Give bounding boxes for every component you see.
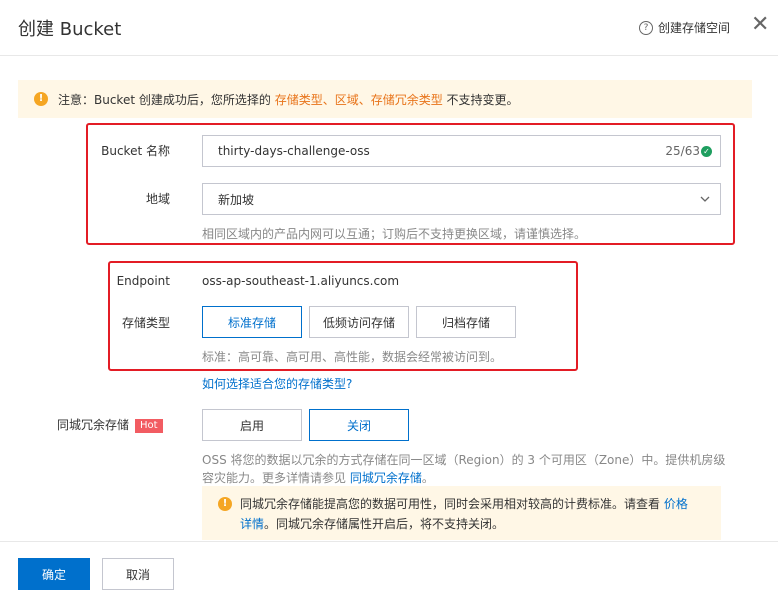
notice-highlight: 存储类型、区域、存储冗余类型 bbox=[274, 92, 443, 107]
chevron-down-icon bbox=[700, 196, 710, 202]
help-link-label: 创建存储空间 bbox=[658, 21, 731, 35]
storage-class-label: 存储类型 bbox=[121, 316, 170, 330]
notice-banner: ! 注意：Bucket 创建成功后，您所选择的 存储类型、区域、存储冗余类型 不… bbox=[18, 80, 752, 118]
storage-class-help-link[interactable]: 如何选择适合您的存储类型? bbox=[202, 375, 352, 392]
dialog-header: 创建 Bucket ? 创建存储空间 ✕ bbox=[0, 0, 778, 56]
redundancy-disable-button[interactable]: 关闭 bbox=[309, 409, 409, 441]
region-hint: 相同区域内的产品内网可以互通；订购后不支持更换区域，请谨慎选择。 bbox=[202, 227, 587, 241]
redundancy-enable-button[interactable]: 启用 bbox=[202, 409, 302, 441]
notice-text: 注意：Bucket 创建成功后，您所选择的 存储类型、区域、存储冗余类型 不支持… bbox=[58, 91, 519, 108]
redundancy-warn-line2: 。同城冗余存储属性开启后，将不支持关闭。 bbox=[264, 517, 505, 531]
storage-class-hint: 标准：高可靠、高可用、高性能，数据会经常被访问到。 bbox=[202, 350, 503, 364]
dialog-footer: 确定 取消 bbox=[0, 541, 778, 599]
notice-suffix: 不支持变更。 bbox=[442, 92, 519, 107]
endpoint-label: Endpoint bbox=[116, 274, 170, 288]
region-value: 新加坡 bbox=[218, 192, 255, 207]
redundancy-desc-suffix: 。 bbox=[421, 471, 434, 485]
redundancy-label: 同城冗余存储 bbox=[57, 418, 130, 432]
check-circle-icon: ✓ bbox=[701, 145, 712, 157]
create-bucket-help-link[interactable]: ? 创建存储空间 bbox=[639, 19, 730, 36]
region-label: 地域 bbox=[145, 192, 170, 206]
redundancy-warn-line1: 同城冗余存储能提高您的数据可用性，同时会采用相对较高的计费标准。请查看 bbox=[240, 497, 664, 511]
redundancy-desc-line1: OSS 将您的数据以冗余的方式存储在同一区域（Region）的 3 个可用区（Z… bbox=[202, 453, 726, 467]
cancel-button[interactable]: 取消 bbox=[102, 558, 174, 590]
bucket-name-label: Bucket 名称 bbox=[101, 144, 170, 158]
char-counter-text: 25/63 bbox=[665, 144, 700, 158]
question-circle-icon: ? bbox=[639, 20, 653, 35]
storage-class-archive-button[interactable]: 归档存储 bbox=[416, 306, 516, 338]
region-select[interactable]: 新加坡 bbox=[202, 183, 721, 215]
bucket-name-input[interactable]: thirty-days-challenge-oss 25/63 ✓ bbox=[202, 135, 721, 167]
redundancy-doc-link[interactable]: 同城冗余存储 bbox=[350, 471, 422, 485]
hot-badge: Hot bbox=[135, 419, 163, 433]
close-icon[interactable]: ✕ bbox=[751, 14, 769, 36]
warning-icon: ! bbox=[218, 497, 232, 511]
price-link-part2[interactable]: 详情 bbox=[240, 517, 264, 531]
redundancy-label-wrap: 同城冗余存储 Hot bbox=[50, 416, 170, 433]
warning-icon: ! bbox=[34, 92, 48, 106]
storage-class-standard-button[interactable]: 标准存储 bbox=[202, 306, 302, 338]
char-counter: 25/63 ✓ bbox=[665, 144, 712, 158]
redundancy-warning: ! 同城冗余存储能提高您的数据可用性，同时会采用相对较高的计费标准。请查看 价格… bbox=[202, 486, 721, 540]
notice-prefix: 注意：Bucket 创建成功后，您所选择的 bbox=[58, 92, 275, 107]
storage-class-ia-button[interactable]: 低频访问存储 bbox=[309, 306, 409, 338]
redundancy-desc-line2: 容灾能力。更多详情请参见 bbox=[202, 471, 350, 485]
endpoint-value: oss-ap-southeast-1.aliyuncs.com bbox=[202, 274, 400, 288]
confirm-button[interactable]: 确定 bbox=[18, 558, 90, 590]
dialog-title: 创建 Bucket bbox=[18, 19, 122, 40]
redundancy-description: OSS 将您的数据以冗余的方式存储在同一区域（Region）的 3 个可用区（Z… bbox=[202, 451, 742, 487]
bucket-name-value: thirty-days-challenge-oss bbox=[218, 144, 370, 158]
price-link-part1[interactable]: 价格 bbox=[664, 497, 688, 511]
